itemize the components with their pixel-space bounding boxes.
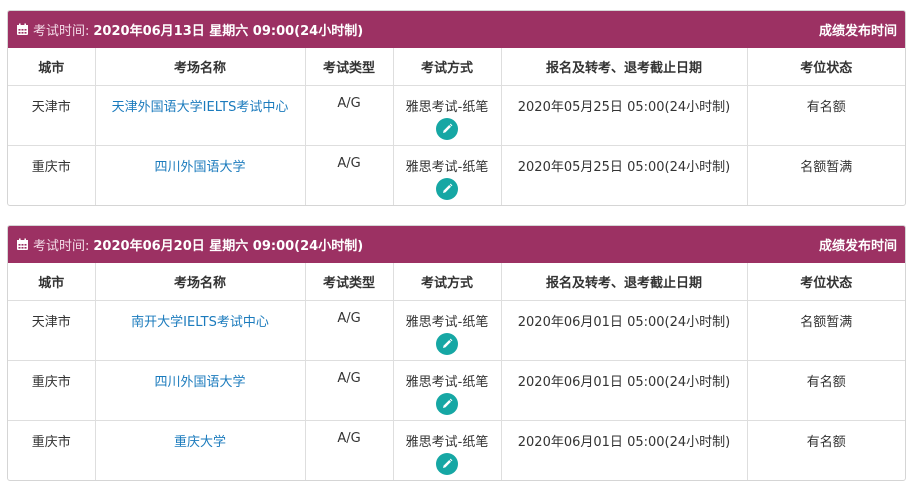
cell-city: 天津市 (8, 300, 96, 361)
session-header: 考试时间: 2020年06月13日 星期六 09:00(24小时制) 成绩发布时… (8, 11, 905, 48)
session-panel: 考试时间: 2020年06月20日 星期六 09:00(24小时制) 成绩发布时… (7, 225, 906, 481)
cell-deadline: 2020年06月01日 05:00(24小时制) (501, 360, 748, 421)
cell-venue: 四川外国语大学 (95, 145, 306, 205)
table-row: 重庆市 四川外国语大学 A/G 雅思考试-纸笔 2020年05月25日 05:0… (8, 145, 905, 205)
cell-venue: 重庆大学 (95, 420, 306, 480)
venue-link[interactable]: 重庆大学 (174, 435, 226, 450)
cell-status: 名额暂满 (800, 159, 853, 175)
exam-time-label: 考试时间: (33, 24, 90, 39)
cell-type: A/G (305, 360, 394, 421)
edit-button[interactable] (436, 332, 458, 355)
col-header-status: 考位状态 (747, 48, 905, 86)
col-header-type: 考试类型 (305, 263, 394, 301)
cell-status: 有名额 (747, 85, 905, 146)
col-header-venue: 考场名称 (95, 48, 306, 86)
venue-table: 城市 考场名称 考试类型 考试方式 报名及转考、退考截止日期 考位状态 天津市 … (8, 48, 905, 205)
pencil-icon (443, 123, 453, 133)
cell-type: A/G (305, 85, 394, 146)
col-header-type: 考试类型 (305, 48, 394, 86)
table-header-row: 城市 考场名称 考试类型 考试方式 报名及转考、退考截止日期 考位状态 (8, 263, 905, 301)
edit-button[interactable] (436, 392, 458, 415)
method-text: 雅思考试-纸笔 (405, 434, 489, 450)
venue-link[interactable]: 四川外国语大学 (154, 375, 245, 390)
cell-deadline: 2020年05月25日 05:00(24小时制) (501, 145, 748, 205)
exam-time-label: 考试时间: (33, 239, 90, 254)
pencil-icon (443, 338, 453, 348)
cell-method: 雅思考试-纸笔 (393, 85, 502, 146)
score-release-link[interactable]: 成绩发布时间 (819, 20, 897, 39)
exam-date: 2020年06月13日 星期六 09:00(24小时制) (93, 24, 364, 39)
venue-table: 城市 考场名称 考试类型 考试方式 报名及转考、退考截止日期 考位状态 天津市 … (8, 263, 905, 480)
score-release-link[interactable]: 成绩发布时间 (819, 235, 897, 254)
calendar-icon (16, 238, 29, 251)
cell-city: 重庆市 (8, 145, 96, 205)
cell-method: 雅思考试-纸笔 (393, 145, 502, 205)
session-header-left: 考试时间: 2020年06月20日 星期六 09:00(24小时制) (16, 235, 363, 254)
cell-type: A/G (305, 300, 394, 361)
cell-method: 雅思考试-纸笔 (393, 300, 502, 361)
cell-type: A/G (305, 145, 394, 205)
pencil-icon (443, 398, 453, 408)
page: 考试时间: 2020年06月13日 星期六 09:00(24小时制) 成绩发布时… (0, 0, 913, 482)
edit-button[interactable] (436, 177, 458, 200)
table-row: 重庆市 重庆大学 A/G 雅思考试-纸笔 2020年06月01日 05:00(2… (8, 420, 905, 480)
col-header-city: 城市 (8, 48, 96, 86)
col-header-city: 城市 (8, 263, 96, 301)
session-panel: 考试时间: 2020年06月13日 星期六 09:00(24小时制) 成绩发布时… (7, 10, 906, 206)
col-header-method: 考试方式 (393, 48, 502, 86)
table-header-row: 城市 考场名称 考试类型 考试方式 报名及转考、退考截止日期 考位状态 (8, 48, 905, 86)
venue-link[interactable]: 南开大学IELTS考试中心 (131, 315, 269, 330)
cell-method: 雅思考试-纸笔 (393, 360, 502, 421)
col-header-deadline: 报名及转考、退考截止日期 (501, 263, 748, 301)
table-row: 天津市 南开大学IELTS考试中心 A/G 雅思考试-纸笔 2020年06月01… (8, 300, 905, 361)
cell-status: 有名额 (806, 434, 846, 450)
col-header-status: 考位状态 (747, 263, 905, 301)
method-text: 雅思考试-纸笔 (405, 159, 489, 175)
cell-city: 重庆市 (8, 360, 96, 421)
method-text: 雅思考试-纸笔 (405, 374, 489, 390)
venue-link[interactable]: 天津外国语大学IELTS考试中心 (112, 100, 289, 115)
exam-date: 2020年06月20日 星期六 09:00(24小时制) (93, 239, 364, 254)
col-header-method: 考试方式 (393, 263, 502, 301)
cell-deadline: 2020年06月01日 05:00(24小时制) (501, 420, 748, 480)
cell-venue: 南开大学IELTS考试中心 (95, 300, 306, 361)
cell-city: 天津市 (8, 85, 96, 146)
col-header-deadline: 报名及转考、退考截止日期 (501, 48, 748, 86)
pencil-icon (443, 183, 453, 193)
cell-type: A/G (305, 420, 394, 480)
cell-venue: 天津外国语大学IELTS考试中心 (95, 85, 306, 146)
pencil-icon (443, 458, 453, 468)
session-header-left: 考试时间: 2020年06月13日 星期六 09:00(24小时制) (16, 20, 363, 39)
method-text: 雅思考试-纸笔 (405, 99, 489, 115)
edit-button[interactable] (436, 452, 458, 475)
cell-method: 雅思考试-纸笔 (393, 420, 502, 480)
method-text: 雅思考试-纸笔 (405, 314, 489, 330)
cell-venue: 四川外国语大学 (95, 360, 306, 421)
session-header: 考试时间: 2020年06月20日 星期六 09:00(24小时制) 成绩发布时… (8, 226, 905, 263)
table-row: 重庆市 四川外国语大学 A/G 雅思考试-纸笔 2020年06月01日 05:0… (8, 360, 905, 421)
edit-button[interactable] (436, 117, 458, 140)
cell-deadline: 2020年06月01日 05:00(24小时制) (501, 300, 748, 361)
cell-status: 有名额 (747, 360, 905, 421)
cell-status: 名额暂满 (747, 300, 905, 361)
table-row: 天津市 天津外国语大学IELTS考试中心 A/G 雅思考试-纸笔 2020年05… (8, 85, 905, 146)
calendar-icon (16, 23, 29, 36)
venue-link[interactable]: 四川外国语大学 (154, 160, 245, 175)
cell-deadline: 2020年05月25日 05:00(24小时制) (501, 85, 748, 146)
col-header-venue: 考场名称 (95, 263, 306, 301)
cell-city: 重庆市 (8, 420, 96, 480)
